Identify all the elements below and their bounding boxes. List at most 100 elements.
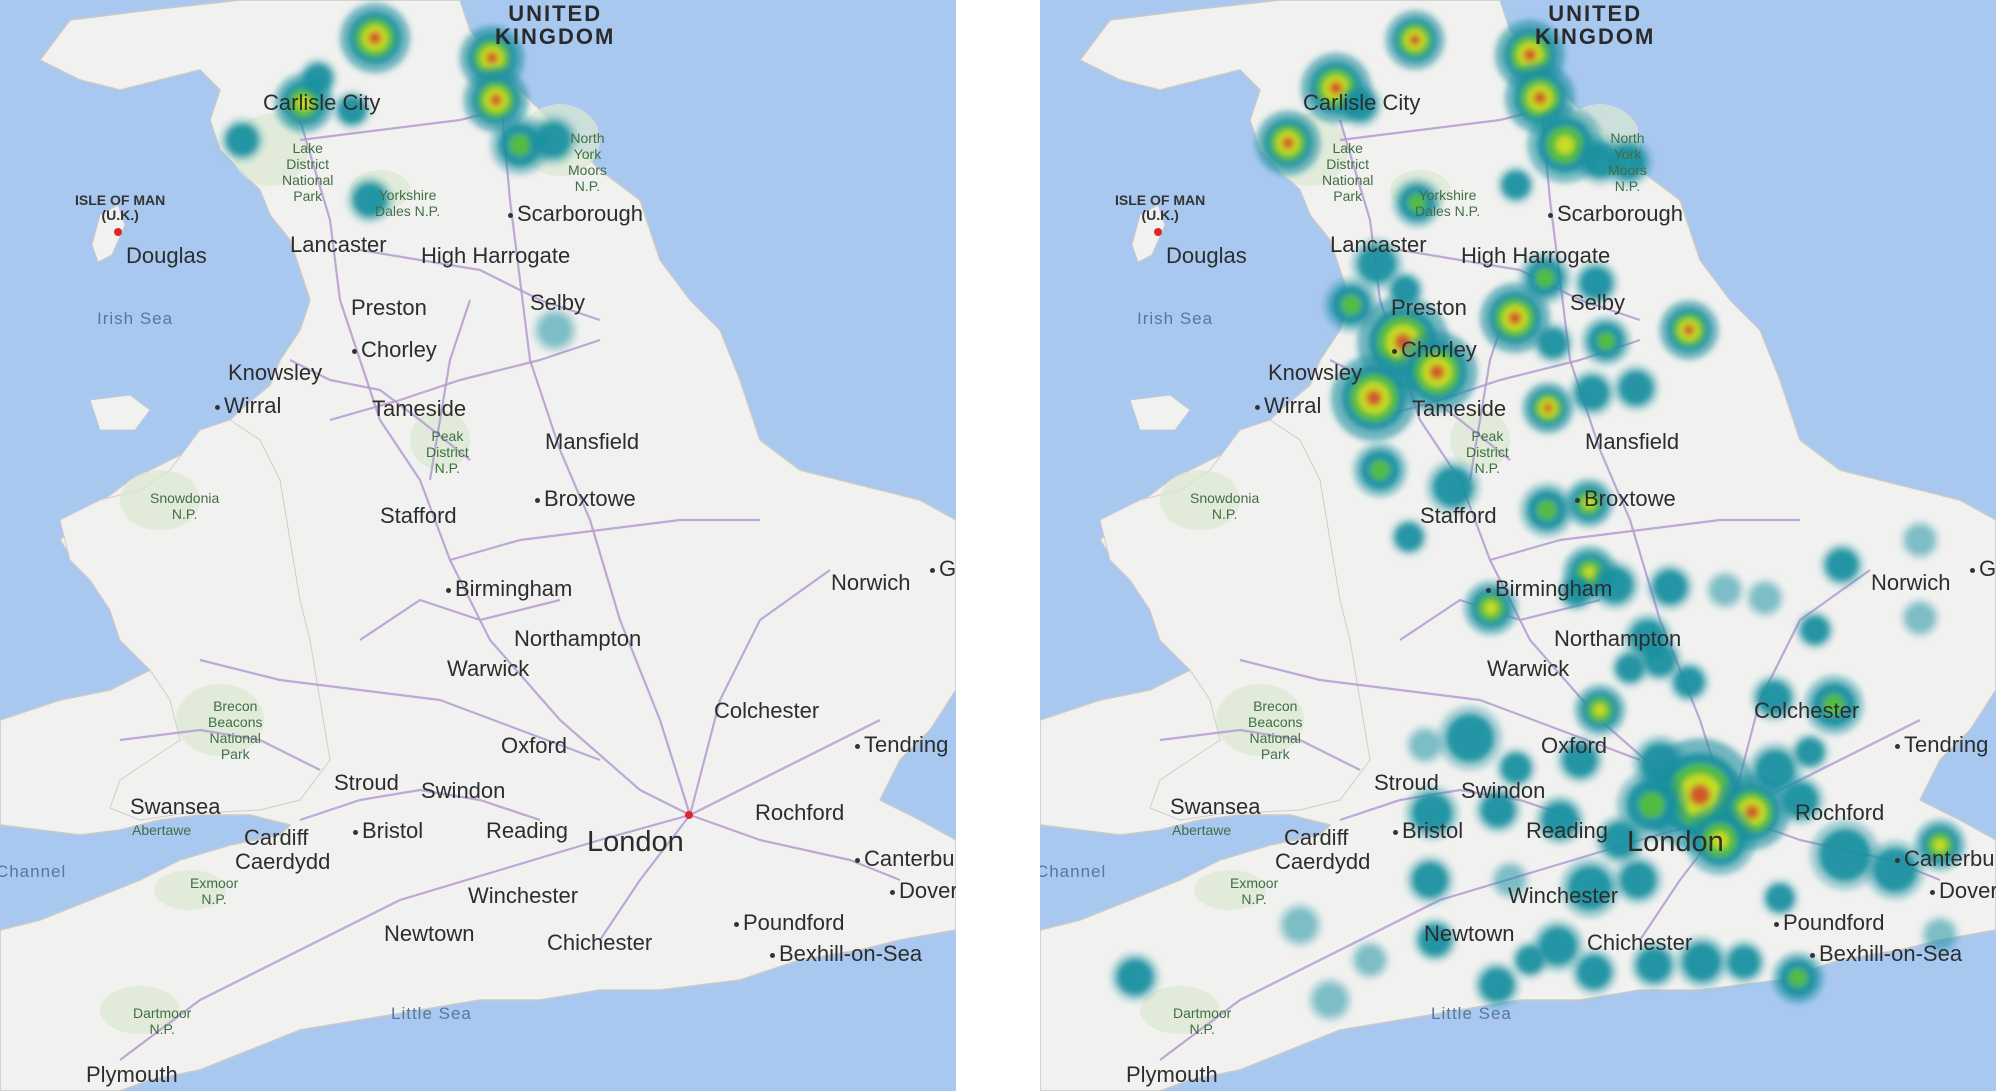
heatmap-panel-left[interactable]: UNITED KINGDOM Carlisle City Lake District… xyxy=(0,0,956,1091)
heat-point xyxy=(1569,370,1615,416)
location-pin-icon[interactable] xyxy=(1154,228,1162,236)
place-label: Warwick xyxy=(1487,656,1570,681)
place-label: Exmoor N.P. xyxy=(190,875,239,908)
heat-point xyxy=(1308,978,1352,1022)
heat-point xyxy=(1722,940,1766,984)
place-label: Brecon Beacons National Park xyxy=(1248,698,1303,763)
heat-point xyxy=(1901,599,1939,637)
place-label: Yorkshire Dales N.P. xyxy=(1415,187,1481,220)
heat-point xyxy=(1706,571,1744,609)
location-pin-icon[interactable] xyxy=(685,811,693,819)
place-label: Little Sea xyxy=(391,1004,472,1023)
heat-point xyxy=(1647,564,1693,610)
place-label: Carlisle City xyxy=(1303,90,1421,115)
place-label: Broxtowe xyxy=(535,488,636,510)
heatmap-panel-right[interactable]: UNITED KINGDOM Carlisle City Lake District… xyxy=(1040,0,1996,1091)
place-label: Douglas xyxy=(1166,243,1247,268)
place-label: Northampton xyxy=(1554,626,1682,651)
place-label: Tameside xyxy=(1412,396,1507,421)
place-label: Norwich xyxy=(831,570,911,595)
place-label: Plymouth xyxy=(1126,1062,1218,1087)
place-label: Birmingham xyxy=(446,578,572,600)
place-label: Poundford xyxy=(1774,912,1885,934)
heat-point xyxy=(1668,661,1710,703)
place-label: Selby xyxy=(1570,290,1626,315)
heat-point xyxy=(1351,941,1389,979)
place-label: Dover xyxy=(890,880,956,902)
place-label: Oxford xyxy=(501,733,568,758)
place-label: Canterbury xyxy=(855,848,956,870)
place-label: Colchester xyxy=(1754,698,1860,723)
place-label: High Harrogate xyxy=(421,243,571,268)
heat-point xyxy=(1581,316,1631,366)
place-label: Chichester xyxy=(1587,930,1693,955)
place-label: Lancaster xyxy=(1330,232,1427,257)
place-label: Stroud xyxy=(334,770,399,795)
heat-point xyxy=(1511,941,1549,979)
place-label: Lancaster xyxy=(290,232,387,257)
place-label: Oxford xyxy=(1541,733,1608,758)
place-label: Winchester xyxy=(1508,883,1619,908)
place-label: London xyxy=(587,826,684,858)
place-label: Dartmoor N.P. xyxy=(133,1005,192,1038)
heat-point xyxy=(1532,322,1574,364)
place-label: Chorley xyxy=(352,339,437,361)
heat-point xyxy=(1611,649,1649,687)
place-label: Broxtowe xyxy=(1575,488,1676,510)
place-label: Chorley xyxy=(1392,339,1477,361)
place-label: Wirral xyxy=(1255,395,1321,417)
place-label: UNITED KINGDOM xyxy=(1535,1,1656,50)
place-label: Stafford xyxy=(380,503,457,528)
place-label: Stroud xyxy=(1374,770,1439,795)
place-label: Chichester xyxy=(547,930,653,955)
place-label: Swansea xyxy=(1170,794,1261,819)
location-pin-icon[interactable] xyxy=(114,228,122,236)
heat-point xyxy=(1255,110,1321,176)
place-label: Birmingham xyxy=(1486,578,1612,600)
place-label: Tendring xyxy=(855,734,948,756)
place-label: Abertawe xyxy=(1172,822,1232,838)
heat-point xyxy=(339,2,411,74)
heat-point xyxy=(1437,705,1503,771)
place-label: Snowdonia N.P. xyxy=(150,490,220,523)
place-label: ISLE OF MAN (U.K.) xyxy=(1115,192,1206,223)
place-label: Winchester xyxy=(468,883,579,908)
place-label: ISLE OF MAN (U.K.) xyxy=(75,192,166,223)
place-label: UNITED KINGDOM xyxy=(495,1,616,50)
place-label: Bristol Channel xyxy=(1040,862,1107,881)
place-label: Canterbury xyxy=(1895,848,1996,870)
place-label: Irish Sea xyxy=(97,309,174,328)
place-label: Caerdydd xyxy=(1275,849,1371,874)
place-label: High Harrogate xyxy=(1461,243,1611,268)
heat-point xyxy=(1613,365,1659,411)
place-label: Knowsley xyxy=(1268,360,1363,385)
place-label: Douglas xyxy=(126,243,207,268)
heat-point xyxy=(1613,855,1663,905)
place-label: Dartmoor N.P. xyxy=(1173,1005,1232,1038)
place-label: London xyxy=(1627,826,1724,858)
place-label: Carlisle City xyxy=(263,90,381,115)
place-label: Bexhill-on-Sea xyxy=(1810,943,1962,965)
place-label: Swindon xyxy=(421,778,506,803)
place-label: Bristol Channel xyxy=(0,862,67,881)
place-label: Bristol xyxy=(1393,820,1463,842)
heat-point xyxy=(1278,903,1322,947)
heat-point xyxy=(1571,949,1617,995)
place-label: Mansfield xyxy=(1585,429,1680,454)
heat-point xyxy=(1574,684,1626,736)
place-label: Stafford xyxy=(1420,503,1497,528)
place-label: Scarborough xyxy=(1548,203,1683,225)
place-label: Little Sea xyxy=(1431,1004,1512,1023)
place-label: Rochford xyxy=(755,800,845,825)
place-label: Mansfield xyxy=(545,429,640,454)
heat-point xyxy=(1110,952,1160,1002)
heat-point xyxy=(1385,10,1445,70)
place-label: Plymouth xyxy=(86,1062,178,1087)
place-label: Lake District National Park xyxy=(282,140,334,205)
place-label: Reading xyxy=(486,818,568,843)
heat-point xyxy=(1659,300,1719,360)
place-label: Abertawe xyxy=(132,822,192,838)
place-label: Irish Sea xyxy=(1137,309,1214,328)
place-label: Peak District N.P. xyxy=(426,428,469,477)
heat-point xyxy=(1405,855,1455,905)
